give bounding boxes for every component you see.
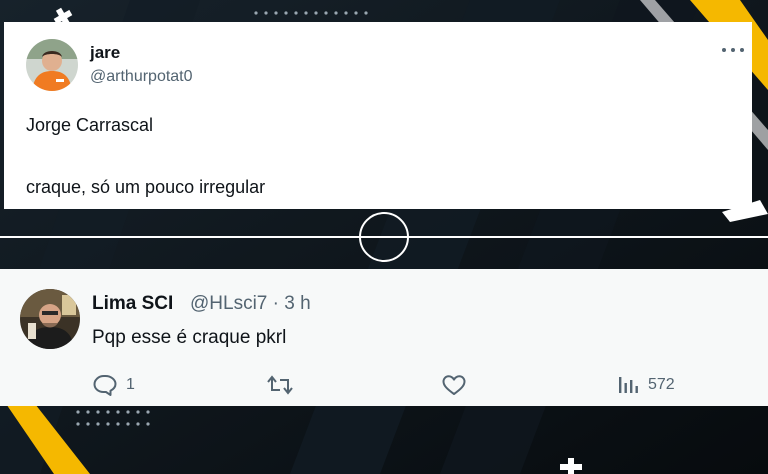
more-dot (740, 48, 744, 52)
reply-action[interactable]: 1 (92, 373, 135, 397)
avatar-photo (20, 289, 80, 349)
heart-icon (442, 375, 466, 395)
main-tweet-card[interactable]: jare @arthurpotat0 Jorge Carrascal craqu… (4, 22, 752, 209)
more-dot (731, 48, 735, 52)
more-dot (722, 48, 726, 52)
avatar-photo (26, 39, 78, 91)
avatar[interactable] (20, 289, 80, 349)
author-handle[interactable]: @HLsci7 (190, 293, 267, 314)
author-name[interactable]: jare (90, 43, 120, 63)
more-horizontal-icon[interactable] (722, 46, 744, 54)
like-action[interactable] (441, 373, 475, 397)
author-name[interactable]: Lima SCI (92, 293, 173, 315)
author-handle[interactable]: @arthurpotat0 (90, 68, 193, 86)
separator: · (272, 293, 279, 314)
reply-bubble-icon (93, 375, 117, 396)
timestamp[interactable]: 3 h (284, 293, 310, 314)
reply-text: Pqp esse é craque pkrl (92, 327, 287, 348)
views-bar-chart-icon (619, 377, 638, 393)
reply-tweet-card[interactable]: Lima SCI @HLsci7 · 3 h Pqp esse é craque… (0, 269, 768, 406)
tweet-text-line-1: Jorge Carrascal (26, 115, 154, 135)
reply-count: 1 (126, 376, 135, 393)
avatar[interactable] (26, 39, 78, 91)
author-meta: @HLsci7 · 3 h (190, 293, 311, 315)
views-count: 572 (648, 376, 675, 393)
retweet-action[interactable] (266, 373, 302, 397)
retweet-icon (267, 375, 293, 395)
views-action[interactable]: 572 (616, 373, 675, 397)
tweet-text-line-2: craque, só um pouco irregular (26, 177, 266, 197)
